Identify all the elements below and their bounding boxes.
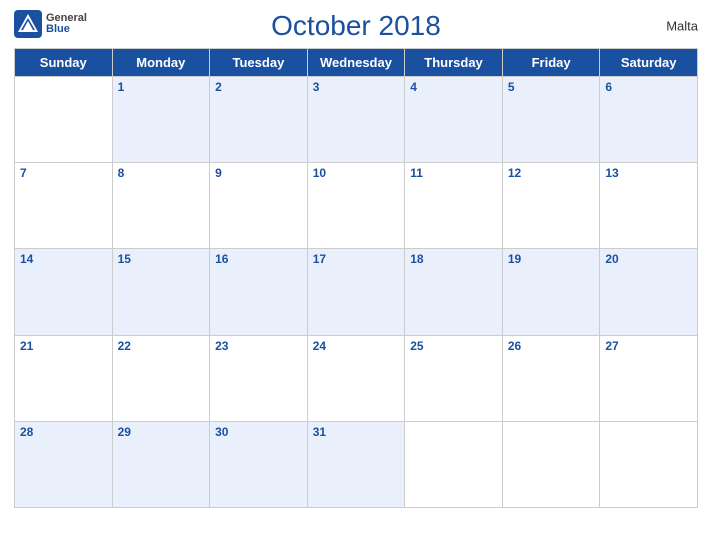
calendar-cell: 18 xyxy=(405,249,503,335)
calendar-table: SundayMondayTuesdayWednesdayThursdayFrid… xyxy=(14,48,698,508)
calendar-cell: 10 xyxy=(307,163,405,249)
day-number: 3 xyxy=(313,80,400,94)
calendar-cell: 11 xyxy=(405,163,503,249)
calendar-cell: 13 xyxy=(600,163,698,249)
calendar-cell: 7 xyxy=(15,163,113,249)
day-number: 19 xyxy=(508,252,595,266)
calendar-cell: 8 xyxy=(112,163,210,249)
weekday-header-saturday: Saturday xyxy=(600,49,698,77)
weekday-header-thursday: Thursday xyxy=(405,49,503,77)
calendar-cell: 27 xyxy=(600,335,698,421)
day-number: 22 xyxy=(118,339,205,353)
calendar-cell: 20 xyxy=(600,249,698,335)
weekday-header-wednesday: Wednesday xyxy=(307,49,405,77)
day-number: 11 xyxy=(410,166,497,180)
calendar-week-row-4: 21 22 23 24 25 26 27 xyxy=(15,335,698,421)
calendar-cell xyxy=(15,77,113,163)
calendar-cell: 16 xyxy=(210,249,308,335)
day-number: 16 xyxy=(215,252,302,266)
calendar-cell: 1 xyxy=(112,77,210,163)
day-number: 30 xyxy=(215,425,302,439)
calendar-cell: 14 xyxy=(15,249,113,335)
logo-blue-text: Blue xyxy=(46,24,70,35)
weekday-header-friday: Friday xyxy=(502,49,600,77)
logo-text-container: General Blue xyxy=(46,13,87,35)
calendar-cell: 5 xyxy=(502,77,600,163)
country-label: Malta xyxy=(666,19,698,34)
calendar-cell: 3 xyxy=(307,77,405,163)
day-number: 15 xyxy=(118,252,205,266)
day-number: 20 xyxy=(605,252,692,266)
day-number: 6 xyxy=(605,80,692,94)
calendar-cell: 17 xyxy=(307,249,405,335)
day-number: 25 xyxy=(410,339,497,353)
calendar-cell: 21 xyxy=(15,335,113,421)
calendar-cell: 12 xyxy=(502,163,600,249)
calendar-week-row-5: 28 29 30 31 xyxy=(15,421,698,507)
day-number: 29 xyxy=(118,425,205,439)
day-number: 26 xyxy=(508,339,595,353)
calendar-cell: 29 xyxy=(112,421,210,507)
day-number: 5 xyxy=(508,80,595,94)
calendar-cell: 22 xyxy=(112,335,210,421)
calendar-cell: 6 xyxy=(600,77,698,163)
calendar-cell xyxy=(405,421,503,507)
calendar-cell: 23 xyxy=(210,335,308,421)
weekday-header-monday: Monday xyxy=(112,49,210,77)
weekday-header-sunday: Sunday xyxy=(15,49,113,77)
day-number: 2 xyxy=(215,80,302,94)
day-number: 10 xyxy=(313,166,400,180)
day-number: 31 xyxy=(313,425,400,439)
day-number: 14 xyxy=(20,252,107,266)
day-number: 12 xyxy=(508,166,595,180)
day-number: 28 xyxy=(20,425,107,439)
day-number: 1 xyxy=(118,80,205,94)
calendar-title: October 2018 xyxy=(271,10,441,42)
calendar-week-row-2: 789 10 11 12 13 xyxy=(15,163,698,249)
generalblue-logo-icon xyxy=(14,10,42,38)
day-number: 8 xyxy=(118,166,205,180)
calendar-cell: 25 xyxy=(405,335,503,421)
calendar-cell: 4 xyxy=(405,77,503,163)
calendar-cell: 26 xyxy=(502,335,600,421)
day-number: 23 xyxy=(215,339,302,353)
calendar-cell: 15 xyxy=(112,249,210,335)
day-number: 18 xyxy=(410,252,497,266)
calendar-cell: 28 xyxy=(15,421,113,507)
day-number: 9 xyxy=(215,166,302,180)
calendar-cell xyxy=(600,421,698,507)
calendar-cell: 24 xyxy=(307,335,405,421)
calendar-cell xyxy=(502,421,600,507)
day-number: 24 xyxy=(313,339,400,353)
day-number: 17 xyxy=(313,252,400,266)
calendar-header: General Blue October 2018 Malta xyxy=(14,10,698,42)
calendar-week-row-3: 14 15 16 17 18 19 20 xyxy=(15,249,698,335)
logo-area: General Blue xyxy=(14,10,87,38)
weekday-header-tuesday: Tuesday xyxy=(210,49,308,77)
weekday-header-row: SundayMondayTuesdayWednesdayThursdayFrid… xyxy=(15,49,698,77)
calendar-cell: 19 xyxy=(502,249,600,335)
calendar-wrapper: General Blue October 2018 Malta SundayMo… xyxy=(0,0,712,550)
calendar-week-row-1: 123456 xyxy=(15,77,698,163)
calendar-cell: 2 xyxy=(210,77,308,163)
day-number: 21 xyxy=(20,339,107,353)
calendar-cell: 30 xyxy=(210,421,308,507)
calendar-cell: 31 xyxy=(307,421,405,507)
calendar-cell: 9 xyxy=(210,163,308,249)
day-number: 4 xyxy=(410,80,497,94)
day-number: 13 xyxy=(605,166,692,180)
day-number: 7 xyxy=(20,166,107,180)
day-number: 27 xyxy=(605,339,692,353)
